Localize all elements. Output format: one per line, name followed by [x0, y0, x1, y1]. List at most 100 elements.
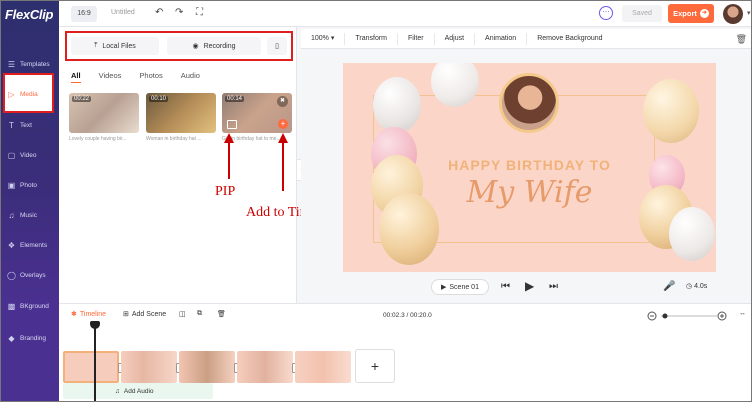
zoom-handle[interactable]: [662, 313, 668, 319]
redo-icon[interactable]: ↷: [175, 7, 183, 18]
image-icon: ▣: [7, 180, 16, 190]
animation-button[interactable]: Animation: [475, 32, 528, 45]
project-title[interactable]: Untitled: [111, 9, 135, 16]
pip-arrowhead: [224, 133, 234, 143]
sidebar-item-video[interactable]: ▢ Video: [3, 142, 57, 168]
aspect-ratio-button[interactable]: 16:9: [71, 6, 97, 22]
playhead[interactable]: [94, 324, 96, 401]
timeline-icon: ✱: [71, 311, 77, 318]
duration-value: 4.0s: [694, 283, 708, 290]
elements-icon: ❖: [7, 240, 16, 250]
zoom-select[interactable]: 100% ▾: [301, 32, 346, 45]
add-square-icon: ⊞: [123, 311, 129, 318]
balloon-gold: [643, 79, 699, 143]
duration-badge: 00:10: [149, 96, 169, 102]
tab-audio[interactable]: Audio: [181, 71, 200, 83]
add-to-timeline-icon[interactable]: +: [278, 119, 288, 129]
pip-icon[interactable]: [227, 120, 237, 129]
filter-button[interactable]: Filter: [398, 32, 435, 45]
chevron-down-icon[interactable]: ▾: [747, 9, 751, 17]
chat-icon[interactable]: ⋯: [599, 6, 613, 20]
timeline-zoom-slider[interactable]: [647, 311, 727, 321]
sidebar-item-text[interactable]: T Text: [3, 112, 57, 138]
export-label: Export: [673, 9, 697, 18]
transform-button[interactable]: Transform: [345, 32, 399, 45]
editor-toolbar: 100% ▾ Transform Filter Adjust Animation…: [301, 29, 751, 49]
scene-selector[interactable]: ▶ Scene 01: [431, 279, 489, 295]
folder-icon: ▷: [8, 89, 15, 99]
timeline-label: Timeline: [79, 310, 107, 318]
skip-forward-icon[interactable]: ⏭: [549, 281, 558, 292]
tab-all[interactable]: All: [71, 71, 81, 83]
add-audio-track[interactable]: ♫ Add Audio: [63, 383, 213, 399]
sidebar-item-label: BKground: [20, 302, 49, 310]
sidebar-item-branding[interactable]: ◆ Branding: [3, 325, 57, 351]
scene-controls: ▶ Scene 01 ⏮ ▶ ⏭ 🎤 ◷ 4.0s: [301, 277, 751, 299]
media-thumbnail[interactable]: 00:14 ✖ +: [222, 93, 292, 133]
portrait-photo[interactable]: [499, 73, 559, 133]
sidebar-item-music[interactable]: ♫ Music: [3, 202, 57, 228]
recording-button[interactable]: ◉ Recording: [167, 37, 261, 55]
add-scene-label: Add Scene: [131, 310, 167, 318]
duplicate-icon[interactable]: ⧉: [197, 310, 202, 318]
duration-badge: 00:22: [72, 96, 92, 102]
layers-icon: ☰: [7, 59, 16, 69]
overlays-icon: ◯: [7, 270, 16, 280]
trash-icon[interactable]: ✖: [277, 96, 288, 107]
undo-icon[interactable]: ↶: [155, 7, 163, 18]
sidebar-item-elements[interactable]: ❖ Elements: [3, 232, 57, 258]
sidebar-item-label: Photo: [20, 181, 37, 189]
thumbnail-caption: Woman in birthday hat ...: [146, 136, 202, 142]
trash-icon[interactable]: 🗑: [736, 34, 747, 45]
sidebar-item-overlays[interactable]: ◯ Overlays: [3, 262, 57, 288]
timeline-tab[interactable]: ✱ Timeline: [71, 310, 107, 319]
text-icon: T: [9, 120, 14, 130]
sidebar-item-label: Video: [20, 151, 37, 159]
fullscreen-icon[interactable]: ⛶: [196, 7, 203, 18]
media-thumbnail[interactable]: 00:10: [146, 93, 216, 133]
canvas-title-line2[interactable]: My Wife: [343, 175, 716, 210]
timeline-clip[interactable]: [237, 351, 293, 383]
sidebar: FlexClip ☰ Templates ▷ Media T Text ▢ Vi…: [1, 1, 59, 303]
sidebar-item-photo[interactable]: ▣ Photo: [3, 172, 57, 198]
remove-background-button[interactable]: Remove Background: [527, 33, 612, 45]
top-bar: 16:9 Untitled ↶ ↷ ⛶ ⋯ Saved Export ➜ ▾: [59, 1, 751, 27]
sidebar-item-label: Overlays: [20, 271, 46, 279]
canvas-title-line1[interactable]: HAPPY BIRTHDAY TO: [343, 157, 716, 173]
user-avatar[interactable]: [723, 4, 743, 24]
zoom-value: 100%: [311, 34, 329, 42]
adjust-button[interactable]: Adjust: [435, 32, 476, 45]
record-icon: ◉: [192, 43, 199, 50]
add-scene-button[interactable]: ⊞ Add Scene: [123, 310, 167, 319]
timeline-clip[interactable]: [295, 351, 351, 383]
timeline-header: ✱ Timeline ⊞ Add Scene ◫ ⧉ 🗑 00:02.3 / 0…: [59, 303, 751, 327]
media-thumbnail[interactable]: 00:22: [69, 93, 139, 133]
tab-videos[interactable]: Videos: [99, 71, 122, 83]
sidebar-item-label: Music: [20, 211, 37, 219]
skip-back-icon[interactable]: ⏮: [501, 281, 510, 292]
timeline-clip[interactable]: [179, 351, 235, 383]
fit-timeline-icon[interactable]: ↔: [739, 310, 746, 317]
tab-photos[interactable]: Photos: [139, 71, 162, 83]
split-icon[interactable]: ◫: [179, 310, 186, 318]
local-files-button[interactable]: ⤒ Local Files: [71, 37, 159, 55]
sidebar-item-bkground[interactable]: ▩ BKground: [3, 293, 57, 319]
timeline-clip[interactable]: [121, 351, 177, 383]
duration-badge: 00:14: [225, 96, 245, 102]
play-icon[interactable]: ▶: [525, 279, 534, 293]
phone-upload-button[interactable]: ▯: [267, 37, 287, 55]
sidebar-item-media[interactable]: ▷ Media: [3, 81, 57, 107]
video-icon: ▢: [7, 150, 16, 160]
balloon-white: [373, 77, 421, 133]
sidebar-item-label: Branding: [20, 334, 47, 342]
app-logo: FlexClip: [5, 7, 54, 22]
export-button[interactable]: Export ➜: [668, 4, 714, 23]
trash-icon[interactable]: 🗑: [217, 310, 226, 318]
microphone-icon[interactable]: 🎤: [663, 281, 675, 292]
timeline-clip[interactable]: [63, 351, 119, 383]
arrow-right-icon: ➜: [699, 9, 709, 18]
scene-duration[interactable]: ◷ 4.0s: [686, 282, 707, 290]
add-clip-button[interactable]: +: [355, 349, 395, 383]
video-canvas[interactable]: HAPPY BIRTHDAY TO My Wife: [343, 63, 716, 272]
sidebar-item-templates[interactable]: ☰ Templates: [3, 51, 57, 77]
